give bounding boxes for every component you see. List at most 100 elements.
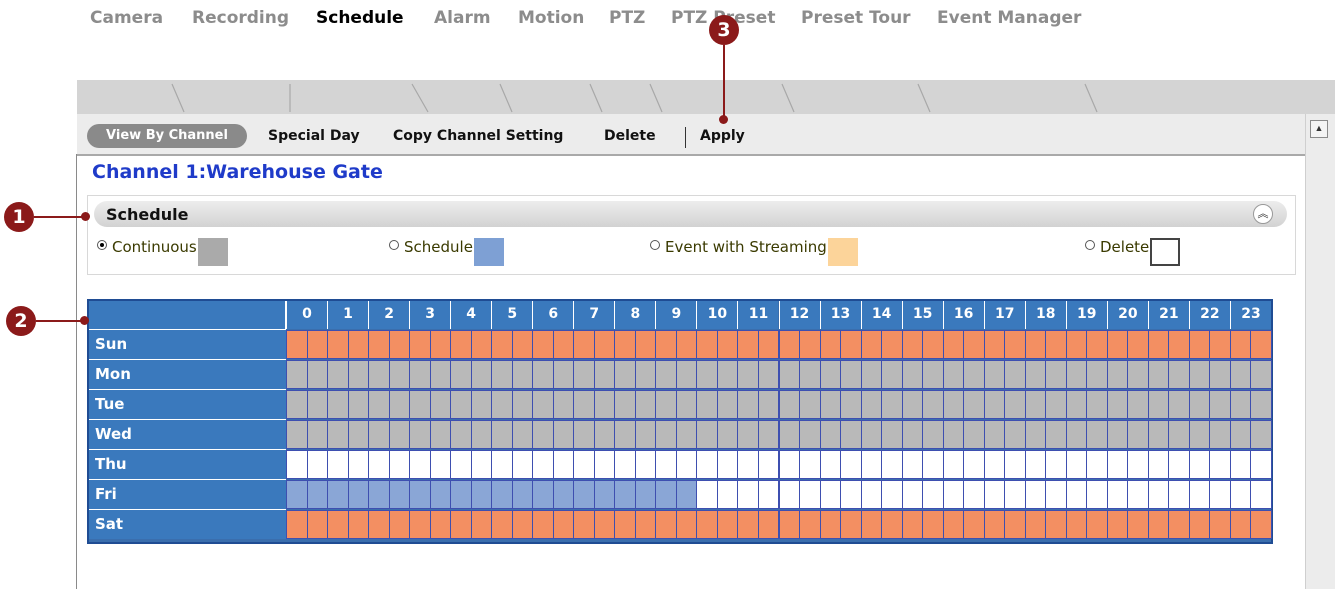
schedule-cell[interactable] bbox=[306, 450, 329, 479]
schedule-cell[interactable] bbox=[552, 480, 575, 509]
schedule-cell[interactable] bbox=[1106, 330, 1129, 359]
schedule-cell[interactable] bbox=[1188, 360, 1211, 389]
schedule-cell[interactable] bbox=[860, 360, 883, 389]
schedule-cell[interactable] bbox=[634, 390, 657, 419]
schedule-cell[interactable] bbox=[655, 390, 677, 419]
schedule-cell[interactable] bbox=[983, 360, 1006, 389]
schedule-cell[interactable] bbox=[860, 390, 883, 419]
schedule-cell[interactable] bbox=[552, 510, 575, 539]
schedule-cell[interactable] bbox=[327, 450, 349, 479]
schedule-cell[interactable] bbox=[491, 450, 513, 479]
schedule-cell[interactable] bbox=[901, 360, 924, 389]
schedule-cell[interactable] bbox=[983, 450, 1006, 479]
schedule-cell[interactable] bbox=[573, 450, 595, 479]
schedule-cell[interactable] bbox=[450, 420, 472, 449]
schedule-cell[interactable] bbox=[450, 450, 472, 479]
schedule-cell[interactable] bbox=[983, 420, 1006, 449]
schedule-cell[interactable] bbox=[716, 480, 739, 509]
schedule-cell[interactable] bbox=[511, 480, 534, 509]
schedule-cell[interactable] bbox=[470, 390, 493, 419]
schedule-cell[interactable] bbox=[716, 510, 739, 539]
schedule-cell[interactable] bbox=[511, 450, 534, 479]
schedule-cell[interactable] bbox=[942, 510, 965, 539]
schedule-cell[interactable] bbox=[614, 420, 636, 449]
schedule-cell[interactable] bbox=[799, 450, 821, 479]
schedule-cell[interactable] bbox=[778, 390, 801, 419]
schedule-cell[interactable] bbox=[778, 510, 801, 539]
schedule-cell[interactable] bbox=[511, 360, 534, 389]
schedule-cell[interactable] bbox=[963, 450, 985, 479]
schedule-cell[interactable] bbox=[573, 510, 595, 539]
schedule-cell[interactable] bbox=[1045, 420, 1067, 449]
schedule-cell[interactable] bbox=[1045, 480, 1067, 509]
schedule-cell[interactable] bbox=[429, 330, 452, 359]
schedule-cell[interactable] bbox=[327, 390, 349, 419]
schedule-cell[interactable] bbox=[942, 330, 965, 359]
schedule-cell[interactable] bbox=[552, 450, 575, 479]
schedule-cell[interactable] bbox=[716, 390, 739, 419]
schedule-cell[interactable] bbox=[347, 510, 370, 539]
schedule-cell[interactable] bbox=[1004, 510, 1026, 539]
schedule-cell[interactable] bbox=[1065, 450, 1088, 479]
schedule-cell[interactable] bbox=[1065, 330, 1088, 359]
schedule-cell[interactable] bbox=[1004, 360, 1026, 389]
schedule-cell[interactable] bbox=[347, 330, 370, 359]
schedule-cell[interactable] bbox=[429, 360, 452, 389]
schedule-cell[interactable] bbox=[922, 360, 944, 389]
schedule-cell[interactable] bbox=[819, 360, 842, 389]
schedule-cell[interactable] bbox=[1147, 450, 1170, 479]
schedule-cell[interactable] bbox=[1024, 420, 1047, 449]
schedule-cell[interactable] bbox=[675, 360, 698, 389]
schedule-cell[interactable] bbox=[511, 420, 534, 449]
scroll-up-icon[interactable]: ▲ bbox=[1310, 120, 1328, 138]
schedule-cell[interactable] bbox=[1250, 360, 1272, 389]
schedule-cell[interactable] bbox=[306, 390, 329, 419]
schedule-cell[interactable] bbox=[634, 360, 657, 389]
schedule-cell[interactable] bbox=[942, 420, 965, 449]
schedule-cell[interactable] bbox=[1147, 510, 1170, 539]
schedule-cell[interactable] bbox=[819, 510, 842, 539]
schedule-cell[interactable] bbox=[1127, 480, 1149, 509]
schedule-cell[interactable] bbox=[922, 420, 944, 449]
schedule-cell[interactable] bbox=[881, 450, 903, 479]
schedule-cell[interactable] bbox=[983, 510, 1006, 539]
schedule-cell[interactable] bbox=[491, 330, 513, 359]
schedule-cell[interactable] bbox=[737, 480, 759, 509]
schedule-cell[interactable] bbox=[860, 330, 883, 359]
schedule-cell[interactable] bbox=[881, 360, 903, 389]
schedule-cell[interactable] bbox=[1209, 480, 1231, 509]
schedule-cell[interactable] bbox=[306, 420, 329, 449]
schedule-cell[interactable] bbox=[573, 480, 595, 509]
schedule-cell[interactable] bbox=[1065, 480, 1088, 509]
schedule-cell[interactable] bbox=[614, 510, 636, 539]
schedule-cell[interactable] bbox=[1147, 330, 1170, 359]
schedule-cell[interactable] bbox=[1229, 480, 1252, 509]
schedule-cell[interactable] bbox=[799, 360, 821, 389]
schedule-cell[interactable] bbox=[1209, 510, 1231, 539]
schedule-cell[interactable] bbox=[737, 390, 759, 419]
schedule-cell[interactable] bbox=[1106, 510, 1129, 539]
schedule-cell[interactable] bbox=[1045, 330, 1067, 359]
schedule-cell[interactable] bbox=[286, 360, 308, 389]
schedule-cell[interactable] bbox=[1209, 450, 1231, 479]
schedule-cell[interactable] bbox=[634, 510, 657, 539]
schedule-cell[interactable] bbox=[368, 450, 390, 479]
schedule-cell[interactable] bbox=[327, 480, 349, 509]
schedule-cell[interactable] bbox=[655, 360, 677, 389]
schedule-cell[interactable] bbox=[286, 390, 308, 419]
schedule-cell[interactable] bbox=[757, 480, 780, 509]
schedule-cell[interactable] bbox=[286, 420, 308, 449]
schedule-cell[interactable] bbox=[1065, 510, 1088, 539]
schedule-cell[interactable] bbox=[1250, 510, 1272, 539]
schedule-cell[interactable] bbox=[840, 360, 862, 389]
schedule-cell[interactable] bbox=[675, 450, 698, 479]
schedule-cell[interactable] bbox=[1209, 360, 1231, 389]
schedule-cell[interactable] bbox=[799, 420, 821, 449]
schedule-cell[interactable] bbox=[409, 390, 431, 419]
schedule-cell[interactable] bbox=[593, 450, 616, 479]
option-event-with-streaming[interactable]: Event with Streaming bbox=[650, 238, 858, 266]
schedule-cell[interactable] bbox=[388, 480, 411, 509]
vertical-scrollbar[interactable] bbox=[1305, 114, 1335, 589]
schedule-cell[interactable] bbox=[286, 330, 308, 359]
schedule-cell[interactable] bbox=[388, 330, 411, 359]
